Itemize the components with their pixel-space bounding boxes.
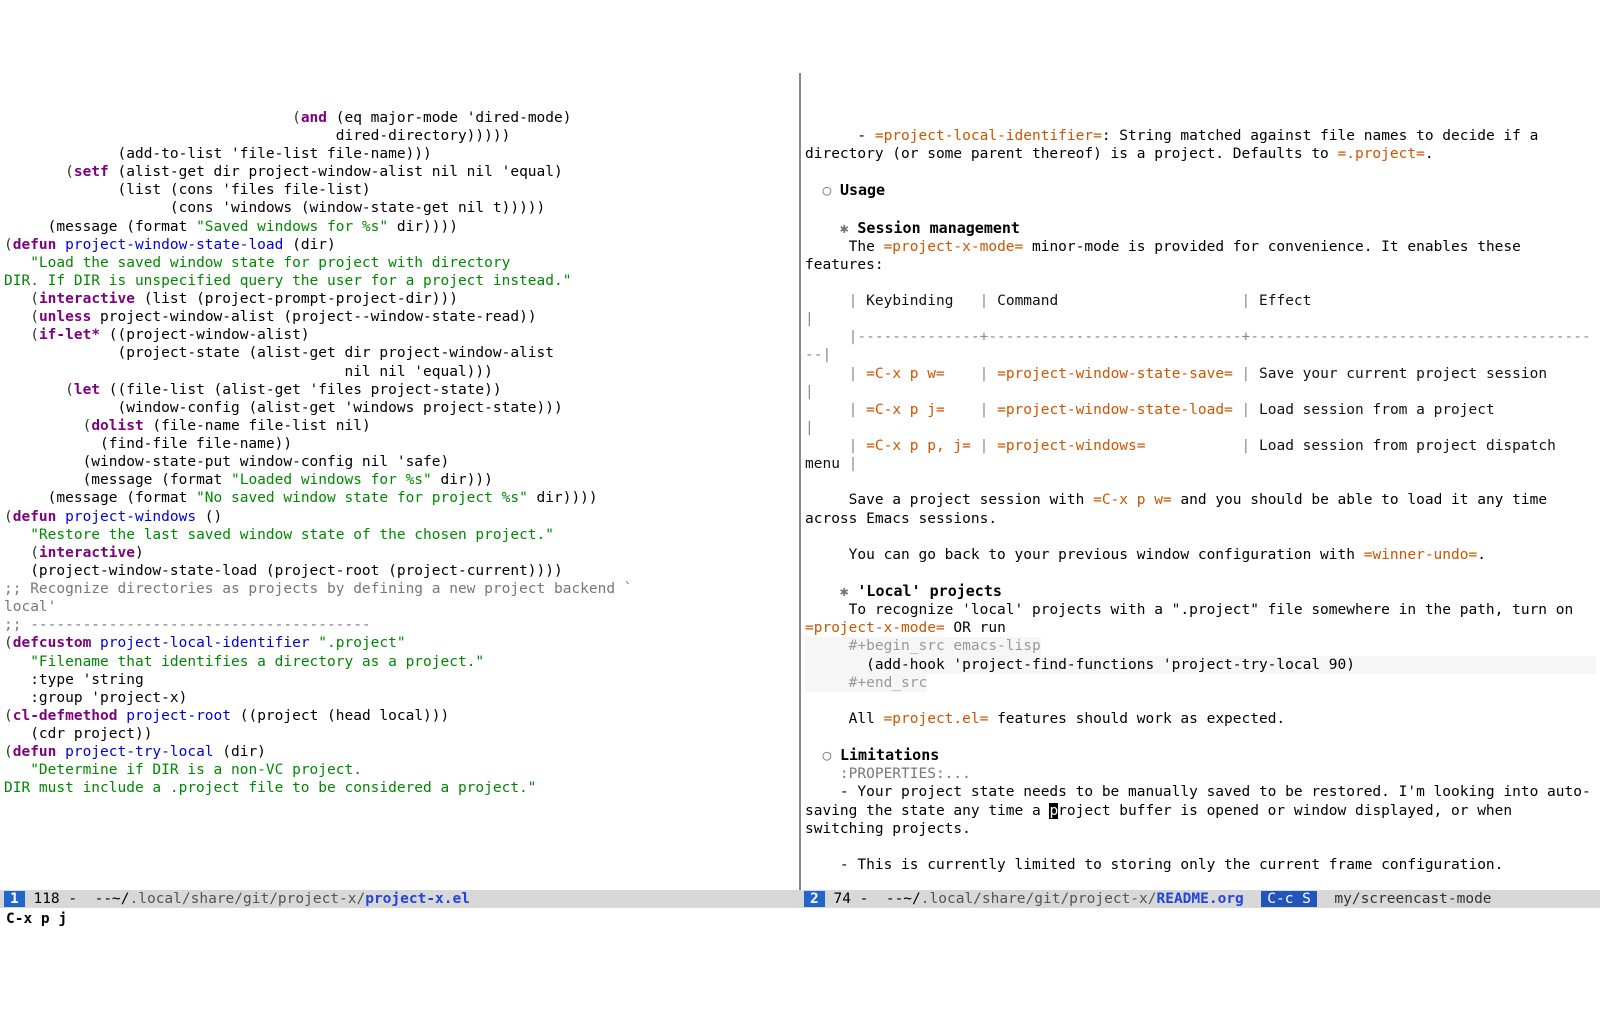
code-line[interactable]: (cl-defmethod project-root ((project (he…: [4, 707, 795, 725]
code-line[interactable]: DIR. If DIR is unspecified query the use…: [4, 272, 795, 290]
org-bullet: ✱: [840, 584, 857, 600]
code-line[interactable]: (window-state-put window-config nil 'saf…: [4, 453, 795, 471]
src-block-end: #+end_src: [805, 674, 927, 692]
org-bullet: ○: [822, 748, 839, 764]
heading-usage: Usage: [840, 181, 885, 199]
code-line[interactable]: (setf (alist-get dir project-window-alis…: [4, 163, 795, 181]
code-line[interactable]: (interactive (list (project-prompt-proje…: [4, 290, 795, 308]
code-line[interactable]: "Restore the last saved window state of …: [4, 526, 795, 544]
minibuffer[interactable]: C-x p j: [0, 908, 1600, 928]
modeline-right[interactable]: 2 74 - --∼/.local/share/git/project-x/RE…: [800, 890, 1600, 908]
org-properties-drawer: :PROPERTIES:...: [805, 766, 971, 782]
code-line[interactable]: dired-directory))))): [4, 127, 795, 145]
code-line[interactable]: (cdr project)): [4, 725, 795, 743]
code-line[interactable]: :group 'project-x): [4, 689, 795, 707]
mode-indicator: my/screencast-mode: [1334, 891, 1491, 907]
code-line[interactable]: (list (cons 'files file-list): [4, 181, 795, 199]
code-line[interactable]: (let ((file-list (alist-get 'files proje…: [4, 381, 795, 399]
code-line[interactable]: ;; Recognize directories as projects by …: [4, 580, 795, 598]
code-line[interactable]: :type 'string: [4, 671, 795, 689]
text-cursor: p: [1049, 803, 1058, 819]
limitation-item: - This is currently limited to storing o…: [805, 857, 1503, 873]
heading-local-projects: 'Local' projects: [857, 582, 1002, 600]
code-line[interactable]: (message (format "Loaded windows for %s"…: [4, 471, 795, 489]
keybinding-indicator: C-c S: [1261, 891, 1317, 907]
code-line[interactable]: DIR must include a .project file to be c…: [4, 779, 795, 797]
modeline-left[interactable]: 1 118 - --∼/.local/share/git/project-x/p…: [0, 890, 800, 908]
code-line[interactable]: (window-config (alist-get 'windows proje…: [4, 399, 795, 417]
code-line[interactable]: (project-window-state-load (project-root…: [4, 562, 795, 580]
code-line[interactable]: (if-let* ((project-window-alist): [4, 326, 795, 344]
code-line[interactable]: (defun project-windows (): [4, 508, 795, 526]
code-line[interactable]: (message (format "No saved window state …: [4, 489, 795, 507]
heading-session-mgmt: Session management: [857, 219, 1020, 237]
code-line[interactable]: "Determine if DIR is a non-VC project.: [4, 761, 795, 779]
org-bullet: ○: [822, 183, 839, 199]
code-line[interactable]: (interactive): [4, 544, 795, 562]
buffer-file-name: project-x.el: [365, 891, 470, 907]
right-pane[interactable]: - =project-local-identifier=: String mat…: [801, 73, 1600, 890]
window-number: 2: [804, 891, 825, 907]
org-buffer[interactable]: - =project-local-identifier=: String mat…: [801, 109, 1600, 890]
code-line[interactable]: local': [4, 598, 795, 616]
left-pane[interactable]: (and (eq major-mode 'dired-mode) dired-d…: [0, 73, 801, 890]
code-line[interactable]: (unless project-window-alist (project--w…: [4, 308, 795, 326]
src-block-begin: #+begin_src emacs-lisp: [805, 637, 1041, 655]
code-line[interactable]: (defun project-try-local (dir): [4, 743, 795, 761]
code-line[interactable]: (cons 'windows (window-state-get nil t))…: [4, 199, 795, 217]
code-line[interactable]: (message (format "Saved windows for %s" …: [4, 218, 795, 236]
elisp-buffer[interactable]: (and (eq major-mode 'dired-mode) dired-d…: [0, 109, 799, 798]
window-number: 1: [4, 891, 25, 907]
keybinding-table: | Keybinding | Command | Effect | |-----…: [805, 293, 1600, 472]
org-bullet: ✱: [840, 221, 857, 237]
code-line[interactable]: (defun project-window-state-load (dir): [4, 236, 795, 254]
src-block-body: (add-hook 'project-find-functions 'proje…: [805, 656, 1596, 674]
code-line[interactable]: (add-to-list 'file-list file-name))): [4, 145, 795, 163]
code-line[interactable]: (dolist (file-name file-list nil): [4, 417, 795, 435]
code-line[interactable]: "Load the saved window state for project…: [4, 254, 795, 272]
code-line[interactable]: ;; -------------------------------------…: [4, 616, 795, 634]
buffer-file-name: README.org: [1156, 891, 1243, 907]
heading-limitations: Limitations: [840, 746, 939, 764]
mode-lines: 1 118 - --∼/.local/share/git/project-x/p…: [0, 890, 1600, 908]
code-line[interactable]: (and (eq major-mode 'dired-mode): [4, 109, 795, 127]
code-line[interactable]: (project-state (alist-get dir project-wi…: [4, 344, 795, 362]
code-line[interactable]: nil nil 'equal))): [4, 363, 795, 381]
code-line[interactable]: (find-file file-name)): [4, 435, 795, 453]
code-line[interactable]: (defcustom project-local-identifier ".pr…: [4, 634, 795, 652]
code-line[interactable]: "Filename that identifies a directory as…: [4, 653, 795, 671]
